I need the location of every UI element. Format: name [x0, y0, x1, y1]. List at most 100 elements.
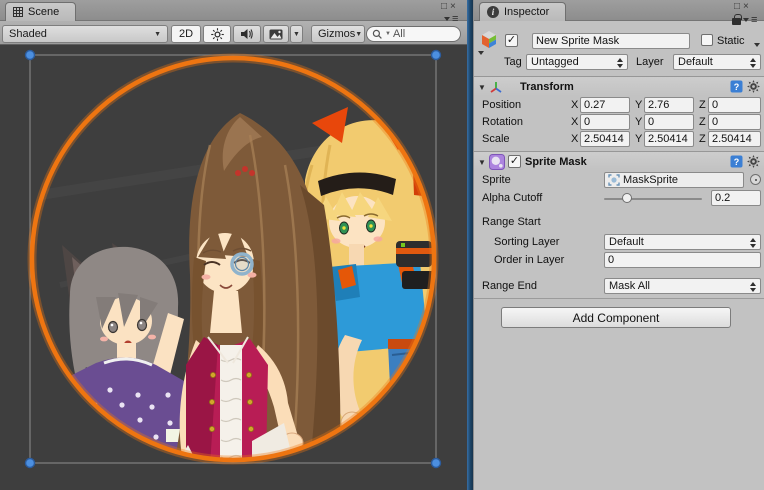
gear-icon[interactable]	[747, 155, 760, 168]
speaker-icon	[240, 28, 254, 40]
gear-icon[interactable]	[747, 80, 760, 93]
sprite-thumbnail-icon	[608, 174, 620, 186]
gameobject-name-field[interactable]	[532, 33, 690, 49]
tab-scene[interactable]: Scene	[5, 2, 76, 21]
position-label: Position	[482, 99, 521, 111]
rotation-label: Rotation	[482, 116, 523, 128]
gameobject-icon-dropdown[interactable]	[478, 46, 484, 58]
2d-label: 2D	[179, 28, 193, 40]
axis-y-label: Y	[635, 133, 642, 145]
scene-panel: Scene □ × ≡ Shaded ▼ 2D	[0, 0, 467, 490]
help-icon[interactable]: ?	[730, 155, 743, 168]
chevron-down-icon: ▼	[154, 31, 161, 38]
search-icon	[372, 29, 383, 40]
effects-toggle-button[interactable]	[263, 25, 289, 43]
scale-z-field[interactable]	[708, 131, 761, 147]
help-icon[interactable]: ?	[730, 80, 743, 93]
shading-mode-dropdown[interactable]: Shaded ▼	[2, 25, 168, 43]
foldout-icon[interactable]: ▼	[478, 158, 486, 167]
transform-title: Transform	[520, 81, 574, 93]
tag-value: Untagged	[531, 56, 579, 68]
object-picker-icon[interactable]	[750, 174, 761, 185]
range-end-dropdown[interactable]: Mask All	[604, 278, 761, 294]
static-checkbox[interactable]	[701, 34, 713, 46]
sorting-layer-value: Default	[609, 236, 644, 248]
position-y-field[interactable]	[644, 97, 694, 113]
layer-dropdown[interactable]: Default	[673, 54, 761, 70]
alpha-cutoff-slider-thumb[interactable]	[622, 193, 632, 203]
svg-text:?: ?	[734, 82, 740, 92]
scene-search-field[interactable]: ▼ All	[366, 26, 461, 42]
inspector-window-controls: □ ×	[734, 1, 749, 12]
search-filter-chevron-icon: ▼	[385, 31, 391, 37]
inspector-panel-menu[interactable]: ≡	[732, 14, 757, 25]
gameobject-active-checkbox[interactable]: ✓	[505, 34, 518, 47]
sprite-mask-title: Sprite Mask	[525, 156, 587, 168]
axis-z-label: Z	[699, 99, 706, 111]
scene-tab-bar: Scene □ × ≡	[0, 0, 467, 21]
scale-x-field[interactable]	[580, 131, 630, 147]
order-in-layer-field[interactable]	[604, 252, 761, 268]
tag-label: Tag	[504, 56, 522, 68]
maximize-icon[interactable]: □	[734, 1, 740, 12]
chevron-down-icon	[743, 18, 749, 22]
chevron-down-icon: ▼	[355, 31, 362, 38]
tab-inspector[interactable]: i Inspector	[479, 2, 566, 21]
lock-icon[interactable]	[732, 18, 741, 25]
layer-value: Default	[678, 56, 713, 68]
tag-dropdown[interactable]: Untagged	[526, 54, 628, 70]
axis-x-label: X	[571, 116, 578, 128]
rotation-z-field[interactable]	[708, 114, 761, 130]
chevron-down-icon: ▼	[293, 31, 300, 38]
scene-tab-label: Scene	[28, 6, 59, 18]
scale-y-field[interactable]	[644, 131, 694, 147]
sprite-object-field[interactable]: MaskSprite	[604, 172, 744, 188]
layer-label: Layer	[636, 56, 664, 68]
scene-window-controls: □ ×	[441, 1, 456, 12]
range-end-label: Range End	[482, 280, 537, 292]
updown-arrows-icon	[750, 238, 757, 248]
lighting-toggle-button[interactable]	[203, 25, 231, 43]
gizmos-dropdown[interactable]: Gizmos ▼	[311, 25, 365, 43]
transform-icon	[489, 80, 503, 94]
maximize-icon[interactable]: □	[441, 1, 447, 12]
rotation-x-field[interactable]	[580, 114, 630, 130]
effects-dropdown-button[interactable]: ▼	[290, 25, 303, 43]
close-icon[interactable]: ×	[450, 1, 456, 12]
sprite-label: Sprite	[482, 174, 511, 186]
image-icon	[269, 29, 283, 40]
foldout-icon[interactable]: ▼	[478, 83, 486, 92]
sprite-mask-header[interactable]: ▼ ✓ Sprite Mask ?	[474, 151, 764, 171]
rotation-y-field[interactable]	[644, 114, 694, 130]
range-end-value: Mask All	[609, 280, 650, 292]
shading-mode-label: Shaded	[9, 28, 47, 40]
alpha-cutoff-value-field[interactable]	[711, 190, 761, 206]
updown-arrows-icon	[750, 282, 757, 292]
2d-toggle-button[interactable]: 2D	[171, 25, 201, 43]
axis-z-label: Z	[699, 116, 706, 128]
add-component-button[interactable]: Add Component	[501, 307, 731, 328]
component-separator	[474, 298, 764, 299]
sorting-layer-label: Sorting Layer	[494, 236, 559, 248]
position-z-field[interactable]	[708, 97, 761, 113]
static-dropdown-arrow[interactable]	[754, 38, 760, 50]
order-in-layer-label: Order in Layer	[494, 254, 564, 266]
scene-artwork	[0, 45, 467, 490]
menu-icon: ≡	[751, 15, 757, 25]
transform-header[interactable]: ▼ Transform ?	[474, 76, 764, 96]
axis-z-label: Z	[699, 133, 706, 145]
sprite-value: MaskSprite	[623, 174, 678, 186]
audio-toggle-button[interactable]	[233, 25, 261, 43]
scene-viewport[interactable]	[0, 45, 467, 490]
position-x-field[interactable]	[580, 97, 630, 113]
alpha-cutoff-slider[interactable]	[604, 198, 702, 200]
alpha-cutoff-label: Alpha Cutoff	[482, 192, 542, 204]
inspector-tab-label: Inspector	[504, 6, 549, 18]
sorting-layer-dropdown[interactable]: Default	[604, 234, 761, 250]
range-start-label: Range Start	[482, 216, 541, 228]
svg-text:?: ?	[734, 157, 740, 167]
close-icon[interactable]: ×	[743, 1, 749, 12]
updown-arrows-icon	[617, 58, 624, 68]
scale-label: Scale	[482, 133, 510, 145]
sprite-mask-enabled-checkbox[interactable]: ✓	[508, 155, 521, 168]
